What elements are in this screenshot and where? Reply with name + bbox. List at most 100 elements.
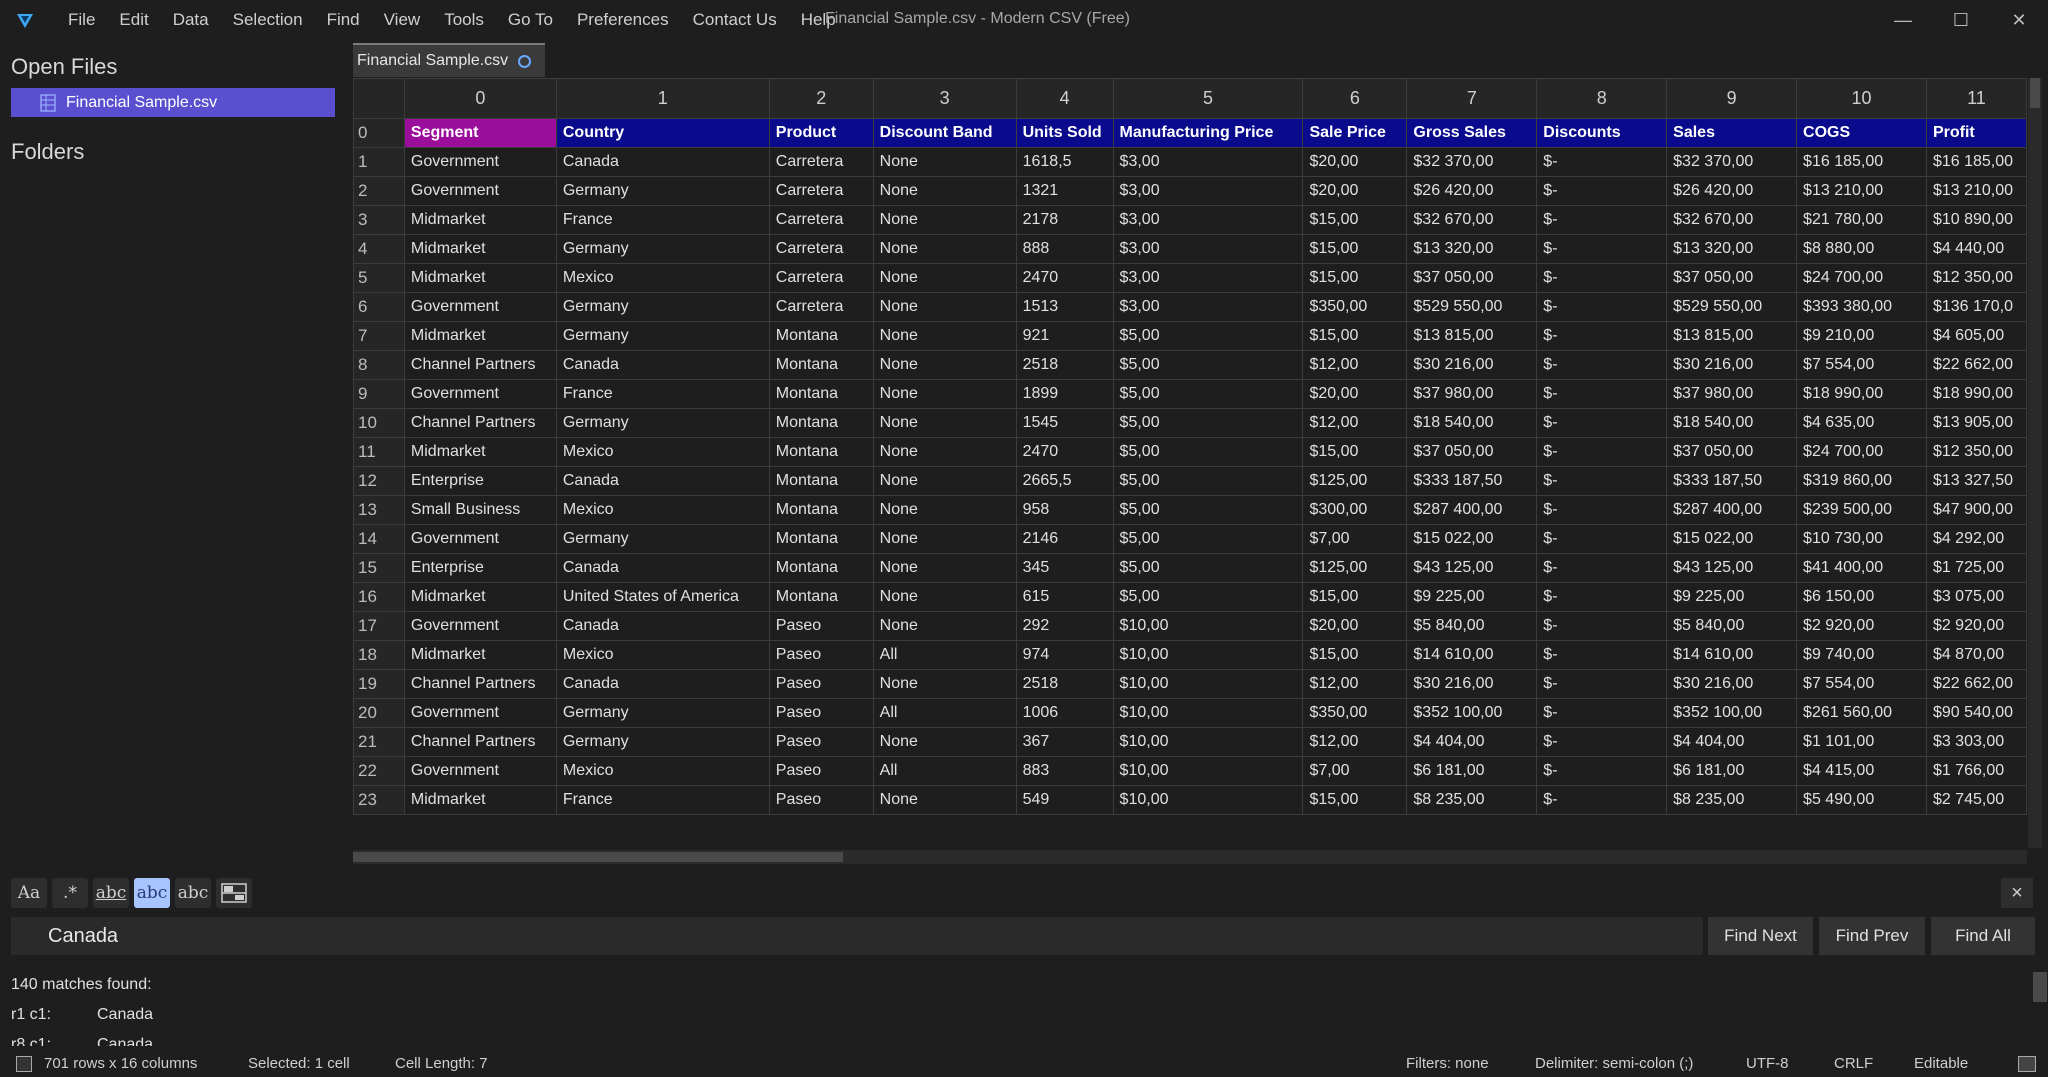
header-cell[interactable]: Sales [1666,118,1798,148]
table-cell[interactable]: 367 [1015,727,1114,757]
table-cell[interactable]: 292 [1015,611,1114,641]
table-cell[interactable]: Canada [555,611,770,641]
table-cell[interactable]: $- [1536,408,1668,438]
table-cell[interactable]: Midmarket [403,640,557,670]
menu-edit[interactable]: Edit [107,0,160,40]
table-cell[interactable]: $12 350,00 [1925,263,2027,293]
table-cell[interactable]: $5,00 [1112,321,1304,351]
vertical-scrollbar[interactable] [2028,78,2042,848]
sidebar-toggle-icon[interactable] [16,1056,32,1072]
menu-file[interactable]: File [56,0,107,40]
column-number-header[interactable]: 0 [403,78,557,119]
close-icon[interactable]: ✕ [1990,0,2048,40]
table-cell[interactable]: None [872,205,1017,235]
table-cell[interactable]: $- [1536,524,1668,554]
table-cell[interactable]: 615 [1015,582,1114,612]
layout-toggle-icon[interactable] [216,878,252,908]
table-cell[interactable]: Midmarket [403,785,557,815]
table-cell[interactable]: Enterprise [403,466,557,496]
table-cell[interactable]: $20,00 [1302,611,1408,641]
table-cell[interactable]: Midmarket [403,321,557,351]
row-number[interactable]: 3 [353,205,405,235]
table-cell[interactable]: $- [1536,205,1668,235]
table-cell[interactable]: $20,00 [1302,147,1408,177]
table-cell[interactable]: None [872,292,1017,322]
minimize-icon[interactable]: — [1874,0,1932,40]
table-cell[interactable]: Carretera [768,263,874,293]
table-cell[interactable]: $10,00 [1112,756,1304,786]
table-cell[interactable]: $333 187,50 [1666,466,1798,496]
table-cell[interactable]: Carretera [768,205,874,235]
table-cell[interactable]: $22 662,00 [1925,350,2027,380]
table-cell[interactable]: $18 990,00 [1796,379,1927,409]
table-cell[interactable]: Carretera [768,234,874,264]
table-cell[interactable]: $2 920,00 [1925,611,2027,641]
match-case-button[interactable]: Aa [11,878,47,908]
table-cell[interactable]: 974 [1015,640,1114,670]
table-cell[interactable]: Montana [768,495,874,525]
table-cell[interactable]: Montana [768,466,874,496]
table-cell[interactable]: Montana [768,524,874,554]
column-number-header[interactable]: 11 [1925,78,2027,119]
table-cell[interactable]: $12,00 [1302,350,1408,380]
table-cell[interactable]: Germany [555,698,770,728]
table-cell[interactable]: $20,00 [1302,379,1408,409]
table-cell[interactable]: $32 670,00 [1666,205,1798,235]
table-cell[interactable]: $- [1536,553,1668,583]
table-cell[interactable]: $350,00 [1302,292,1408,322]
table-cell[interactable]: $3,00 [1112,205,1304,235]
table-cell[interactable]: $- [1536,698,1668,728]
table-cell[interactable]: Channel Partners [403,350,557,380]
table-cell[interactable]: $18 990,00 [1925,379,2027,409]
status-delimiter[interactable]: Delimiter: semi-colon (;) [1535,1055,1693,1072]
tab-financial-sample[interactable]: Financial Sample.csv [353,43,545,77]
header-cell[interactable]: Discounts [1536,118,1668,148]
table-cell[interactable]: Midmarket [403,263,557,293]
table-cell[interactable]: $18 540,00 [1406,408,1538,438]
table-cell[interactable]: $14 610,00 [1406,640,1538,670]
table-cell[interactable]: Midmarket [403,582,557,612]
table-cell[interactable]: $287 400,00 [1666,495,1798,525]
table-cell[interactable]: $- [1536,379,1668,409]
table-cell[interactable]: Germany [555,292,770,322]
row-number[interactable]: 4 [353,234,405,264]
match-cell-button[interactable]: abc [134,878,170,908]
table-cell[interactable]: $30 216,00 [1666,669,1798,699]
table-cell[interactable]: All [872,640,1017,670]
table-cell[interactable]: $13 905,00 [1925,408,2027,438]
table-cell[interactable]: $3,00 [1112,263,1304,293]
table-cell[interactable]: 1006 [1015,698,1114,728]
table-cell[interactable]: $2 745,00 [1925,785,2027,815]
column-number-header[interactable]: 10 [1796,78,1927,119]
result-item[interactable]: r8 c1: Canada [11,1030,2011,1046]
table-cell[interactable]: $15,00 [1302,582,1408,612]
table-cell[interactable]: $37 050,00 [1666,263,1798,293]
menu-go-to[interactable]: Go To [496,0,565,40]
table-cell[interactable]: $- [1536,292,1668,322]
table-cell[interactable]: 345 [1015,553,1114,583]
table-cell[interactable]: $287 400,00 [1406,495,1538,525]
column-number-header[interactable]: 7 [1406,78,1538,119]
table-cell[interactable]: 2146 [1015,524,1114,554]
table-cell[interactable]: $14 610,00 [1666,640,1798,670]
table-cell[interactable]: $- [1536,437,1668,467]
row-number[interactable]: 2 [353,176,405,206]
row-number[interactable]: 21 [353,727,405,757]
table-cell[interactable]: None [872,379,1017,409]
row-number[interactable]: 5 [353,263,405,293]
header-cell[interactable]: Manufacturing Price [1112,118,1304,148]
table-cell[interactable]: None [872,785,1017,815]
table-cell[interactable]: $- [1536,727,1668,757]
table-cell[interactable]: $1 766,00 [1925,756,2027,786]
table-cell[interactable]: $5,00 [1112,466,1304,496]
table-cell[interactable]: $- [1536,640,1668,670]
find-results[interactable]: 140 matches found: r1 c1: Canada r8 c1: … [11,976,2011,1046]
table-cell[interactable]: 2665,5 [1015,466,1114,496]
table-cell[interactable]: France [555,205,770,235]
row-number[interactable]: 22 [353,756,405,786]
table-cell[interactable]: 1545 [1015,408,1114,438]
table-cell[interactable]: None [872,176,1017,206]
table-cell[interactable]: $24 700,00 [1796,437,1927,467]
table-cell[interactable]: Carretera [768,147,874,177]
table-cell[interactable]: $16 185,00 [1925,147,2027,177]
